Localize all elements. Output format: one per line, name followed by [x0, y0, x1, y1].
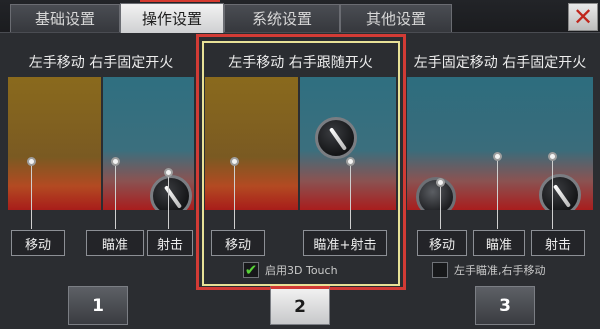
- 3d-touch-checkbox[interactable]: ✔: [243, 262, 259, 278]
- tab-other-settings[interactable]: 其他设置: [340, 4, 452, 32]
- aim-stem: [115, 166, 116, 229]
- move-dot: [27, 157, 36, 166]
- aim-stem: [497, 161, 498, 229]
- scheme-1-title: 左手移动 右手固定开火: [28, 55, 174, 71]
- fire-knob-icon: [150, 175, 192, 210]
- close-button[interactable]: ✕: [568, 3, 598, 31]
- label-move: 移动: [417, 230, 467, 256]
- checkmark-icon: ✔: [244, 260, 258, 279]
- aim-fire-stem: [350, 166, 351, 229]
- aim-fire-dot: [346, 157, 355, 166]
- tab-highlight-line: [140, 0, 220, 2]
- label-fire: 射击: [147, 230, 193, 256]
- aim-dot: [111, 157, 120, 166]
- tab-basic-settings[interactable]: 基础设置: [10, 4, 120, 32]
- swap-hands-label: 左手瞄准,右手移动: [454, 264, 546, 277]
- fire-knob-icon: [539, 174, 581, 210]
- swap-hands-option[interactable]: 左手瞄准,右手移动: [432, 261, 546, 279]
- aim-dot: [493, 152, 502, 161]
- scheme-3-preview: [407, 77, 593, 210]
- move-zone: [205, 77, 298, 210]
- tab-bar: 基础设置 操作设置 系统设置 其他设置 ✕: [0, 0, 600, 33]
- scheme-1-preview: [8, 77, 194, 210]
- label-move: 移动: [211, 230, 265, 256]
- 3d-touch-option[interactable]: ✔ 启用3D Touch: [243, 261, 338, 279]
- label-fire: 射击: [531, 230, 585, 256]
- move-stem: [440, 187, 441, 229]
- move-dot: [436, 178, 445, 187]
- move-zone: [8, 77, 101, 210]
- 3d-touch-label: 启用3D Touch: [265, 264, 338, 277]
- tab-operation-settings[interactable]: 操作设置: [120, 3, 224, 33]
- control-scheme-1[interactable]: 左手移动 右手固定开火 移动 瞄准 射击: [8, 44, 194, 274]
- scheme-3-title: 左手固定移动 右手固定开火: [413, 55, 587, 71]
- fire-dot: [548, 152, 557, 161]
- label-move: 移动: [11, 230, 65, 256]
- swap-hands-checkbox[interactable]: [432, 262, 448, 278]
- scheme-1-button[interactable]: 1: [68, 286, 128, 325]
- move-dot: [230, 157, 239, 166]
- label-aim-fire: 瞄准+射击: [303, 230, 387, 256]
- fire-dot: [164, 168, 173, 177]
- close-icon: ✕: [572, 3, 594, 31]
- tab-system-settings[interactable]: 系统设置: [224, 4, 340, 32]
- label-aim: 瞄准: [473, 230, 525, 256]
- fire-stem: [552, 161, 553, 229]
- label-aim: 瞄准: [86, 230, 144, 256]
- control-scheme-3[interactable]: 左手固定移动 右手固定开火 移动 瞄准 射击: [407, 44, 593, 274]
- scheme-3-button[interactable]: 3: [475, 286, 535, 325]
- scheme-2-title: 左手移动 右手跟随开火: [228, 55, 373, 71]
- move-stem: [31, 166, 32, 229]
- scheme-2-button[interactable]: 2: [270, 286, 330, 325]
- control-scheme-2[interactable]: 左手移动 右手跟随开火 移动 瞄准+射击: [205, 44, 396, 274]
- move-stem: [234, 166, 235, 229]
- fire-knob-icon: [315, 117, 357, 159]
- fire-stem: [168, 177, 169, 229]
